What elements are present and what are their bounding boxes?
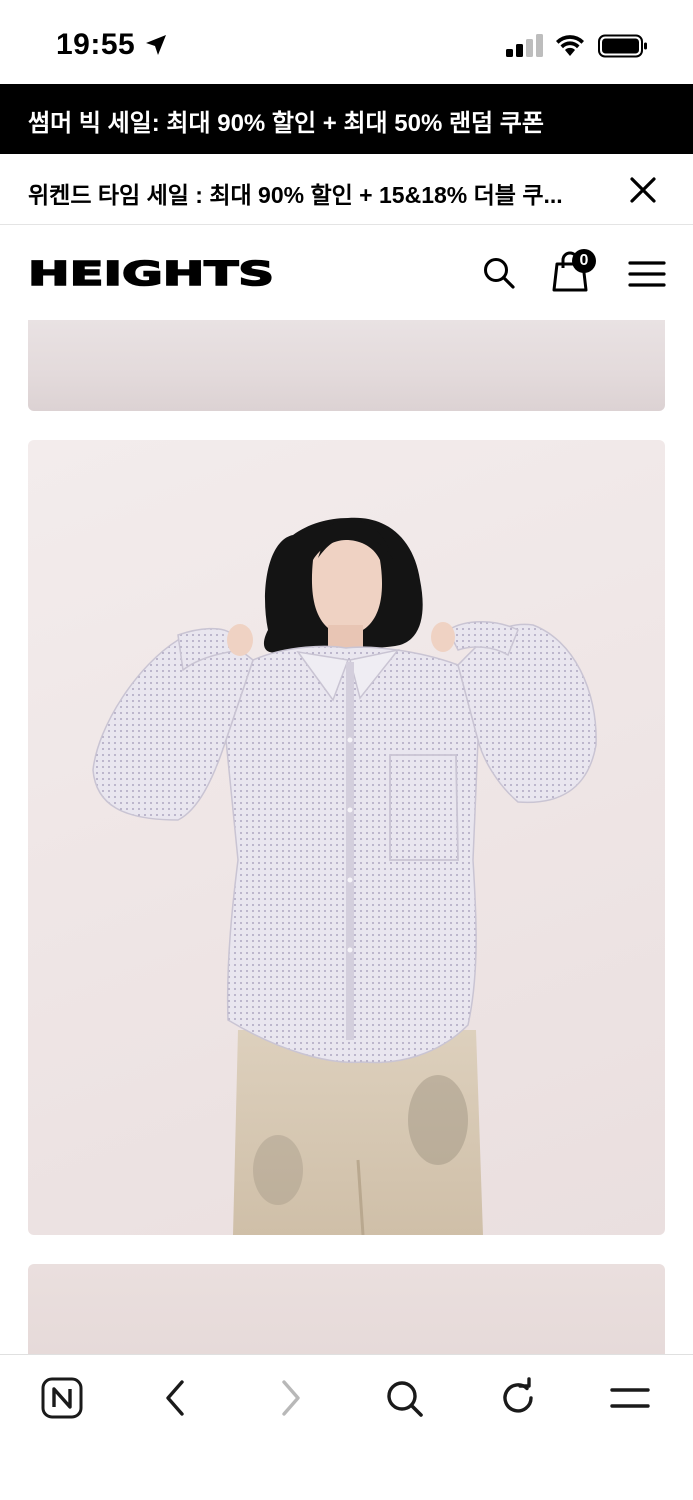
search-icon[interactable] xyxy=(482,256,516,290)
status-time: 19:55 xyxy=(56,28,136,61)
menu-icon[interactable] xyxy=(608,1376,652,1420)
logo-text: HEIGHTS xyxy=(28,255,274,291)
battery-icon xyxy=(598,34,647,58)
search-icon[interactable] xyxy=(382,1376,426,1420)
product-image-next[interactable] xyxy=(28,1264,665,1356)
wifi-icon xyxy=(556,35,584,56)
notice-bar-text: 위켄드 타임 세일 : 최대 90% 할인 + 15&18% 더블 쿠... xyxy=(28,182,563,208)
back-icon[interactable] xyxy=(154,1376,198,1420)
naver-icon[interactable] xyxy=(40,1376,84,1420)
product-image-shirt-model[interactable] xyxy=(28,440,665,1235)
promo-banner[interactable]: 썸머 빅 세일: 최대 90% 할인 + 최대 50% 랜덤 쿠폰 xyxy=(0,84,693,154)
status-bar: 19:55 xyxy=(0,0,693,84)
notice-bar[interactable]: 위켄드 타임 세일 : 최대 90% 할인 + 15&18% 더블 쿠... xyxy=(0,154,693,225)
reload-icon[interactable] xyxy=(496,1376,540,1420)
cellular-signal-icon xyxy=(506,34,543,57)
forward-icon[interactable] xyxy=(268,1376,312,1420)
model-photo xyxy=(92,517,597,1235)
location-arrow-icon xyxy=(146,35,166,55)
browser-toolbar xyxy=(0,1354,693,1500)
hamburger-menu-icon[interactable] xyxy=(628,260,666,288)
heights-logo[interactable]: HEIGHTS xyxy=(28,255,276,291)
promo-banner-text: 썸머 빅 세일: 최대 90% 할인 + 최대 50% 랜덤 쿠폰 xyxy=(28,110,544,137)
cart-count-badge: 0 xyxy=(572,249,596,273)
close-icon[interactable] xyxy=(626,173,660,207)
product-image-previous[interactable] xyxy=(28,320,665,411)
